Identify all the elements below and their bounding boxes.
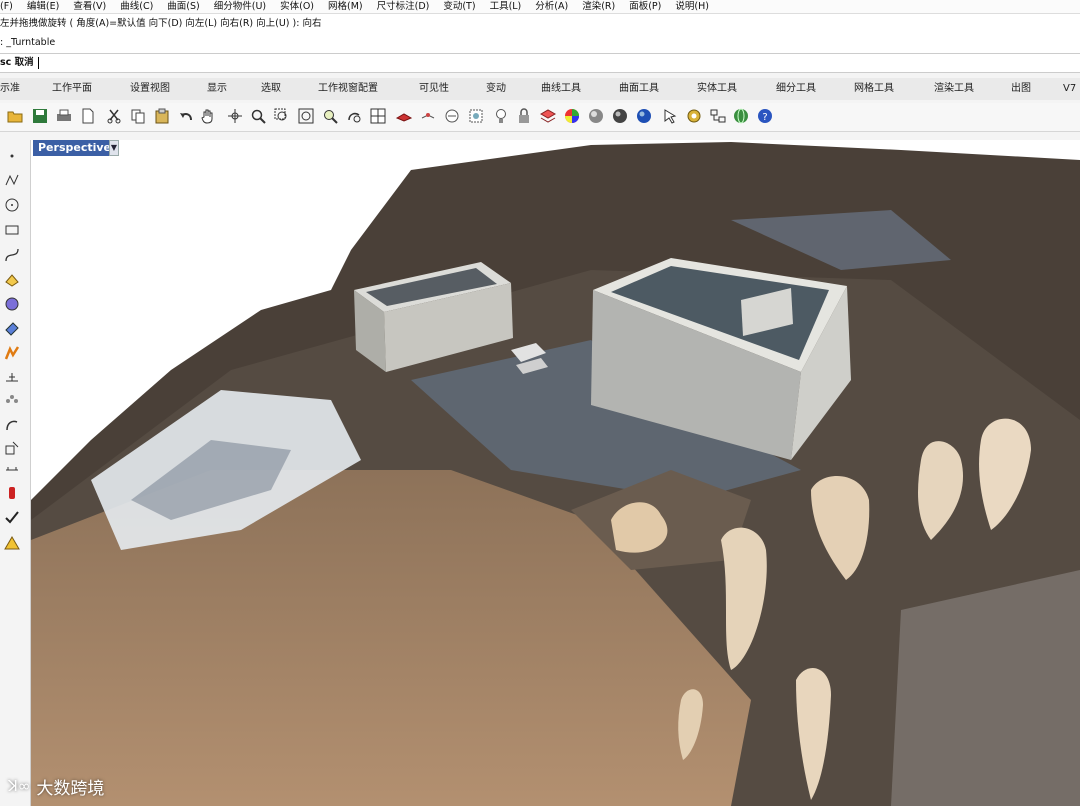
text-caret xyxy=(37,56,39,69)
color-wheel-icon[interactable] xyxy=(564,108,580,124)
tab-display[interactable]: 显示 xyxy=(207,78,227,100)
four-view-icon[interactable] xyxy=(370,108,386,124)
menu-panels[interactable]: 面板(P) xyxy=(629,0,661,13)
tab-transform[interactable]: 变动 xyxy=(486,78,506,100)
point-icon[interactable] xyxy=(4,148,20,164)
mesh-icon[interactable] xyxy=(4,320,20,336)
polyline-icon[interactable] xyxy=(4,172,20,188)
globe-icon[interactable] xyxy=(733,108,749,124)
render-sphere-blue-icon[interactable] xyxy=(636,108,652,124)
boolean-icon[interactable] xyxy=(4,345,20,361)
render-sphere-dark-icon[interactable] xyxy=(612,108,628,124)
options-gear-icon[interactable] xyxy=(686,108,702,124)
viewport-dropdown-arrow[interactable]: ▼ xyxy=(109,140,119,156)
tab-mesh-tools[interactable]: 网格工具 xyxy=(854,78,894,100)
zoom-selected-icon[interactable] xyxy=(322,108,338,124)
check-icon[interactable] xyxy=(4,510,20,526)
render-icon[interactable] xyxy=(4,485,20,501)
set-cplane-icon[interactable] xyxy=(420,108,436,124)
copy-icon[interactable] xyxy=(130,108,146,124)
named-view-icon[interactable] xyxy=(444,108,460,124)
watermark-logo: ꓘ∞ xyxy=(8,777,31,795)
perspective-viewport[interactable] xyxy=(31,140,1080,806)
array-icon[interactable] xyxy=(4,393,20,409)
toolbar-layout-icon[interactable] xyxy=(710,108,726,124)
circle-icon[interactable] xyxy=(4,197,20,213)
tab-cplanes[interactable]: 工作平面 xyxy=(52,78,92,100)
tab-render-tools[interactable]: 渲染工具 xyxy=(934,78,974,100)
dimension-icon[interactable] xyxy=(4,369,20,385)
toolbar-tab-strip: 示准 工作平面 设置视图 显示 选取 工作视窗配置 可见性 变动 曲线工具 曲面… xyxy=(0,78,1080,100)
main-toolbar: ? xyxy=(0,103,1080,132)
menu-file[interactable]: (F) xyxy=(0,0,13,13)
tab-curve-tools[interactable]: 曲线工具 xyxy=(541,78,581,100)
menu-mesh[interactable]: 网格(M) xyxy=(328,0,363,13)
command-prompt-label: sc 取消 xyxy=(0,57,34,68)
render-sphere-grey-icon[interactable] xyxy=(588,108,604,124)
menu-surface[interactable]: 曲面(S) xyxy=(167,0,199,13)
analyze-icon[interactable] xyxy=(4,462,20,478)
snapshot-icon[interactable] xyxy=(468,108,484,124)
cut-icon[interactable] xyxy=(106,108,122,124)
help-icon[interactable]: ? xyxy=(757,108,773,124)
watermark: ꓘ∞ 大数跨境 xyxy=(8,774,105,799)
lock-icon[interactable] xyxy=(516,108,532,124)
rotate-icon[interactable] xyxy=(4,417,20,433)
command-prompt[interactable]: sc 取消 xyxy=(0,53,1080,73)
menu-curve[interactable]: 曲线(C) xyxy=(120,0,153,13)
tab-surface-tools[interactable]: 曲面工具 xyxy=(619,78,659,100)
photogrammetry-terrain-model xyxy=(31,140,1080,806)
tab-visibility[interactable]: 可见性 xyxy=(419,78,449,100)
tab-drafting[interactable]: 出图 xyxy=(1011,78,1031,100)
solid-icon[interactable] xyxy=(4,296,20,312)
tab-solid-tools[interactable]: 实体工具 xyxy=(697,78,737,100)
document-properties-icon[interactable] xyxy=(80,108,96,124)
viewport-tab-perspective[interactable]: Perspective xyxy=(33,140,117,156)
paste-icon[interactable] xyxy=(154,108,170,124)
cplane-icon[interactable] xyxy=(396,108,412,124)
zoom-window-icon[interactable] xyxy=(274,108,290,124)
pointer-options-icon[interactable] xyxy=(662,108,678,124)
left-toolbar xyxy=(0,140,31,806)
menu-dimension[interactable]: 尺寸标注(D) xyxy=(377,0,430,13)
undo-icon[interactable] xyxy=(178,108,194,124)
menu-analyze[interactable]: 分析(A) xyxy=(535,0,568,13)
pan-hand-icon[interactable] xyxy=(200,108,216,124)
undo-view-icon[interactable] xyxy=(346,108,362,124)
menu-help[interactable]: 说明(H) xyxy=(675,0,709,13)
command-history-line-1: 左并拖拽做旋转 ( 角度(A)=默认值 向下(D) 向左(L) 向右(R) 向上… xyxy=(0,13,1080,34)
zoom-extents-icon[interactable] xyxy=(298,108,314,124)
layer-icon[interactable] xyxy=(540,108,556,124)
surface-icon[interactable] xyxy=(4,272,20,288)
menu-solid[interactable]: 实体(O) xyxy=(280,0,314,13)
save-icon[interactable] xyxy=(32,108,48,124)
warning-icon[interactable] xyxy=(4,535,20,551)
svg-text:?: ? xyxy=(762,112,767,123)
tab-subd-tools[interactable]: 细分工具 xyxy=(776,78,816,100)
zoom-icon[interactable] xyxy=(250,108,266,124)
tab-viewport-layout[interactable]: 工作视窗配置 xyxy=(318,78,378,100)
menu-render[interactable]: 渲染(R) xyxy=(582,0,615,13)
tab-standard[interactable]: 示准 xyxy=(0,78,20,100)
menu-edit[interactable]: 编辑(E) xyxy=(27,0,59,13)
watermark-text: 大数跨境 xyxy=(36,778,105,799)
command-history-line-2: : _Turntable xyxy=(0,33,1080,53)
menu-tools[interactable]: 工具(L) xyxy=(490,0,522,13)
open-folder-icon[interactable] xyxy=(7,108,23,124)
tab-v7[interactable]: V7 xyxy=(1063,78,1076,100)
menu-subd[interactable]: 细分物件(U) xyxy=(214,0,266,13)
print-icon[interactable] xyxy=(56,108,72,124)
rectangle-icon[interactable] xyxy=(4,222,20,238)
menu-view[interactable]: 查看(V) xyxy=(73,0,106,13)
tab-select[interactable]: 选取 xyxy=(261,78,281,100)
rotate-view-icon[interactable] xyxy=(227,108,243,124)
menu-transform[interactable]: 变动(T) xyxy=(443,0,475,13)
tab-set-view[interactable]: 设置视图 xyxy=(130,78,170,100)
scale-icon[interactable] xyxy=(4,440,20,456)
lightbulb-icon[interactable] xyxy=(493,108,509,124)
curve-icon[interactable] xyxy=(4,247,20,263)
menu-bar: (F) 编辑(E) 查看(V) 曲线(C) 曲面(S) 细分物件(U) 实体(O) 网格(M)… xyxy=(0,0,1080,13)
